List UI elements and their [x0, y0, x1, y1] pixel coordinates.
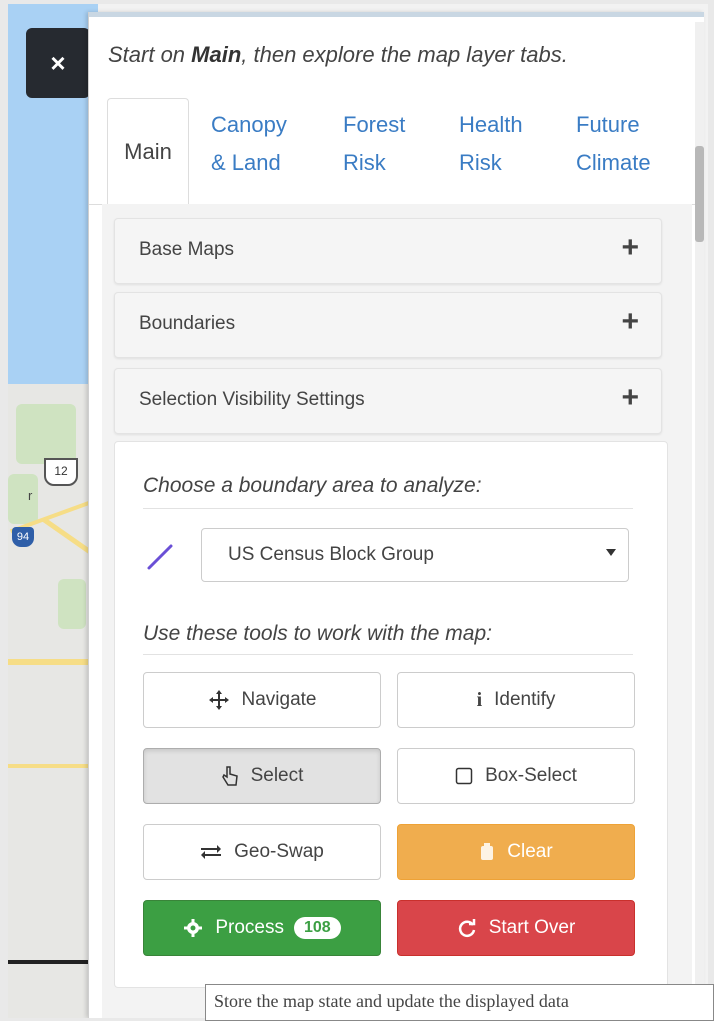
info-icon: i [476, 688, 483, 711]
clear-button[interactable]: Clear [397, 824, 635, 880]
start-over-button[interactable]: Start Over [397, 900, 635, 956]
accordion-boundaries[interactable]: Boundaries + [114, 292, 662, 358]
geo-swap-label: Geo-Swap [234, 841, 324, 862]
start-over-label: Start Over [488, 917, 576, 938]
clear-label: Clear [507, 841, 553, 862]
tab-label: Future [576, 112, 640, 137]
gear-icon [184, 919, 203, 937]
process-tooltip: Store the map state and update the displ… [205, 984, 714, 1021]
select-button[interactable]: Select [143, 748, 381, 804]
tab-label: Climate [576, 150, 651, 175]
map-park [58, 579, 86, 629]
intro-text: Start on Main, then explore the map laye… [108, 42, 568, 68]
process-count-badge: 108 [293, 917, 341, 939]
tab-canopy-land[interactable]: Canopy & Land [211, 106, 321, 182]
accordion-label: Boundaries [139, 313, 236, 334]
pencil-icon[interactable] [145, 542, 175, 572]
intro-prefix: Start on [108, 42, 192, 67]
app-frame: 12 94 r × Start on Main, then explore th… [8, 4, 708, 1018]
tab-label: Risk [459, 150, 502, 175]
navigate-button[interactable]: Navigate [143, 672, 381, 728]
tab-health-risk[interactable]: Health Risk [459, 106, 554, 182]
map-park [16, 404, 76, 464]
identify-button[interactable]: i Identify [397, 672, 635, 728]
checkbox-icon [455, 767, 473, 785]
swap-arrows-icon [201, 845, 222, 859]
accordion-base-maps[interactable]: Base Maps + [114, 218, 662, 284]
tab-forest-risk[interactable]: Forest Risk [343, 106, 438, 182]
interstate-shield: 94 [12, 527, 34, 547]
plus-icon: + [621, 305, 639, 338]
tools-heading: Use these tools to work with the map: [143, 622, 492, 645]
map-canvas[interactable]: 12 94 r [8, 4, 98, 1018]
tab-label: Main [124, 138, 172, 164]
tab-label: & Land [211, 150, 281, 175]
tab-main[interactable]: Main [107, 98, 189, 204]
side-panel: Start on Main, then explore the map laye… [88, 12, 704, 1018]
map-label: r [28, 488, 33, 503]
process-button[interactable]: Process 108 [143, 900, 381, 956]
highway-shield: 12 [44, 458, 78, 486]
boundary-heading: Choose a boundary area to analyze: [143, 474, 482, 497]
panel-top-border [89, 12, 704, 17]
eraser-icon [481, 843, 494, 860]
geo-swap-button[interactable]: Geo-Swap [143, 824, 381, 880]
refresh-icon [458, 919, 475, 937]
plus-icon: + [621, 381, 639, 414]
box-select-label: Box-Select [485, 765, 577, 786]
accordion-label: Selection Visibility Settings [139, 389, 365, 410]
process-label: Process [215, 917, 284, 938]
navigate-label: Navigate [241, 689, 317, 710]
tab-bar: Main Canopy & Land Forest Risk Health Ri… [89, 94, 695, 205]
boundary-select[interactable]: US Census Block Group [201, 528, 629, 582]
map-road [8, 659, 98, 665]
tab-content-main: Base Maps + Boundaries + Selection Visib… [102, 204, 692, 1018]
panel-scroll-thumb[interactable] [695, 146, 704, 242]
tab-label: Forest [343, 112, 406, 137]
boundary-select-value: US Census Block Group [228, 544, 434, 565]
accordion-selection-visibility[interactable]: Selection Visibility Settings + [114, 368, 662, 434]
box-select-button[interactable]: Box-Select [397, 748, 635, 804]
tab-label: Health [459, 112, 523, 137]
tab-label: Risk [343, 150, 386, 175]
pointer-hand-icon [221, 766, 238, 786]
close-panel-button[interactable]: × [26, 28, 90, 98]
move-arrows-icon [208, 690, 229, 710]
identify-label: Identify [494, 689, 556, 710]
plus-icon: + [621, 231, 639, 264]
accordion-label: Base Maps [139, 239, 235, 260]
intro-suffix: , then explore the map layer tabs. [241, 42, 568, 67]
map-edge [8, 960, 98, 964]
tab-future-climate[interactable]: Future Climate [576, 106, 686, 182]
select-label: Select [250, 765, 304, 786]
divider [143, 508, 633, 509]
intro-bold: Main [191, 42, 242, 67]
chevron-down-icon [606, 549, 616, 556]
map-road [8, 764, 98, 768]
close-icon: × [50, 47, 66, 78]
map-park [8, 474, 38, 524]
divider [143, 654, 633, 655]
analysis-card: Choose a boundary area to analyze: US Ce… [114, 441, 668, 988]
tab-label: Canopy [211, 112, 287, 137]
